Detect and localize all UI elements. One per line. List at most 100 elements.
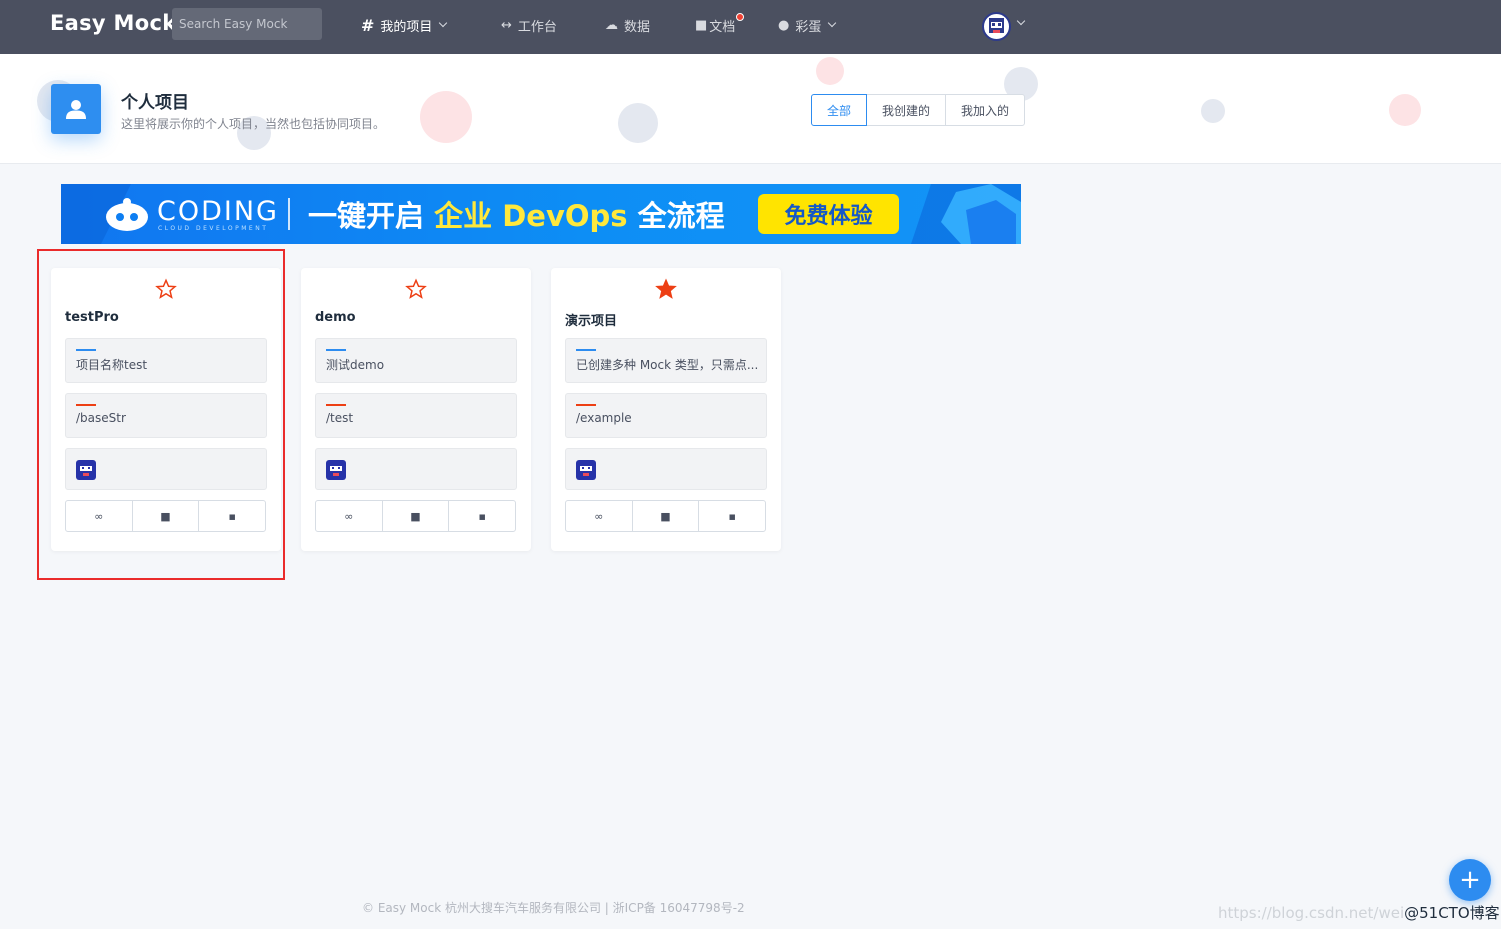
banner-slogan-highlight: 企业 DevOps	[434, 199, 628, 233]
desc-indicator	[326, 349, 346, 351]
link-icon[interactable]: ∞	[566, 501, 632, 531]
decor-bubble	[420, 91, 472, 143]
watermark-brand: @51CTO博客	[1404, 904, 1500, 922]
link-icon[interactable]: ∞	[66, 501, 132, 531]
search-input[interactable]	[172, 8, 322, 40]
member-avatar[interactable]	[576, 460, 596, 480]
star-filled-icon[interactable]	[655, 278, 677, 300]
banner-cta-button[interactable]: 免费体验	[758, 194, 899, 234]
nav-docs[interactable]: ■ 文档	[695, 15, 735, 35]
url-indicator	[76, 404, 96, 406]
banner-brand-sub: CLOUD DEVELOPMENT	[158, 225, 269, 232]
coding-ad-banner[interactable]: CODING CLOUD DEVELOPMENT 一键开启 企业 DevOps …	[61, 184, 1021, 244]
banner-slogan: 一键开启 企业 DevOps 全流程	[308, 193, 725, 235]
chevron-down-icon	[439, 18, 448, 28]
desc-indicator	[76, 349, 96, 351]
notification-dot	[736, 13, 744, 21]
member-avatar[interactable]	[76, 460, 96, 480]
filter-created-button[interactable]: 我创建的	[866, 94, 947, 126]
add-project-button[interactable]: +	[1449, 859, 1491, 901]
project-name[interactable]: demo	[315, 310, 356, 325]
project-card[interactable]: demo 测试demo /test ∞ ■ ▪	[301, 268, 531, 551]
page-title: 个人项目	[121, 93, 189, 113]
project-desc-field: 已创建多种 Mock 类型，只需点...	[565, 338, 767, 383]
copy-icon[interactable]: ■	[381, 501, 449, 531]
project-desc: 测试demo	[326, 358, 385, 372]
star-outline-icon[interactable]	[155, 278, 177, 300]
link-icon[interactable]: ∞	[316, 501, 382, 531]
project-desc: 已创建多种 Mock 类型，只需点...	[576, 358, 759, 372]
top-navbar: Easy Mock # 我的项目 ↔ 工作台 ☁ 数据 ■ 文档 ● 彩蛋	[0, 0, 1501, 54]
project-members-field	[315, 448, 517, 490]
banner-divider	[288, 198, 290, 230]
header-user-icon	[51, 84, 101, 134]
trash-icon[interactable]: ▪	[698, 501, 765, 531]
avatar-pixel-icon	[989, 18, 1004, 33]
nav-my-projects[interactable]: # 我的项目	[361, 15, 448, 35]
project-members-field	[65, 448, 267, 490]
decor-bubble	[1389, 94, 1421, 126]
url-indicator	[576, 404, 596, 406]
url-indicator	[326, 404, 346, 406]
project-url-field: /test	[315, 393, 517, 438]
code-icon: ↔	[501, 17, 512, 33]
copy-icon[interactable]: ■	[131, 501, 199, 531]
decor-bubble	[816, 57, 844, 85]
avatar-pixel-icon	[580, 466, 592, 476]
nav-workbench[interactable]: ↔ 工作台	[501, 15, 557, 35]
trash-icon[interactable]: ▪	[448, 501, 515, 531]
project-desc-field: 项目名称test	[65, 338, 267, 383]
banner-slogan-c: 全流程	[627, 199, 725, 233]
page-subtitle: 这里将展示你的个人项目，当然也包括协同项目。	[121, 117, 386, 131]
avatar-pixel-icon	[330, 466, 342, 476]
cloud-icon: ☁	[605, 17, 618, 33]
decor-bubble	[1201, 99, 1225, 123]
watermark: https://blog.csdn.net/wei@51CTO博客	[1218, 902, 1500, 923]
star-outline-icon[interactable]	[405, 278, 427, 300]
filter-joined-button[interactable]: 我加入的	[945, 94, 1026, 126]
copy-icon[interactable]: ■	[631, 501, 699, 531]
project-actions: ∞ ■ ▪	[65, 500, 266, 532]
nav-workbench-label: 工作台	[517, 19, 557, 35]
user-avatar[interactable]	[982, 12, 1011, 41]
banner-brand: CODING	[157, 196, 279, 227]
project-card[interactable]: 演示项目 已创建多种 Mock 类型，只需点... /example ∞ ■ ▪	[551, 268, 781, 551]
project-name[interactable]: 演示项目	[565, 310, 617, 329]
project-desc: 项目名称test	[76, 358, 148, 372]
watermark-url: https://blog.csdn.net/wei	[1218, 904, 1405, 922]
nav-my-projects-label: 我的项目	[380, 19, 433, 35]
project-url-field: /example	[565, 393, 767, 438]
project-base-url: /example	[576, 411, 632, 425]
nav-docs-label: 文档	[709, 19, 736, 35]
filter-all-button[interactable]: 全部	[811, 94, 868, 126]
trash-icon[interactable]: ▪	[198, 501, 265, 531]
project-card[interactable]: testPro 项目名称test /baseStr ∞ ■ ▪	[51, 268, 281, 551]
decor-bubble	[618, 103, 658, 143]
page-footer: © Easy Mock 杭州大搜车汽车服务有限公司 | 浙ICP备 160477…	[362, 901, 745, 915]
book-icon: ■	[695, 17, 708, 33]
nav-data[interactable]: ☁ 数据	[605, 15, 650, 35]
chevron-down-icon	[828, 18, 837, 28]
nav-data-label: 数据	[624, 19, 651, 35]
page-header: 个人项目 这里将展示你的个人项目，当然也包括协同项目。 全部 我创建的 我加入的	[0, 54, 1501, 164]
project-filter-group: 全部 我创建的 我加入的	[811, 94, 1026, 126]
app-logo[interactable]: Easy Mock	[50, 11, 176, 35]
desc-indicator	[576, 349, 596, 351]
project-actions: ∞ ■ ▪	[315, 500, 516, 532]
hash-icon: #	[361, 15, 375, 35]
project-members-field	[565, 448, 767, 490]
project-base-url: /test	[326, 411, 354, 425]
chevron-down-icon[interactable]	[1016, 16, 1026, 26]
avatar-pixel-icon	[80, 466, 92, 476]
banner-slogan-a: 一键开启	[308, 199, 435, 233]
project-desc-field: 测试demo	[315, 338, 517, 383]
nav-easter-egg-label: 彩蛋	[795, 19, 822, 35]
plus-icon: +	[1459, 865, 1481, 895]
project-actions: ∞ ■ ▪	[565, 500, 766, 532]
member-avatar[interactable]	[326, 460, 346, 480]
coding-monkey-icon	[106, 198, 148, 231]
egg-icon: ●	[778, 17, 790, 33]
project-name[interactable]: testPro	[65, 310, 119, 325]
nav-easter-egg[interactable]: ● 彩蛋	[778, 15, 837, 35]
project-base-url: /baseStr	[76, 411, 126, 425]
